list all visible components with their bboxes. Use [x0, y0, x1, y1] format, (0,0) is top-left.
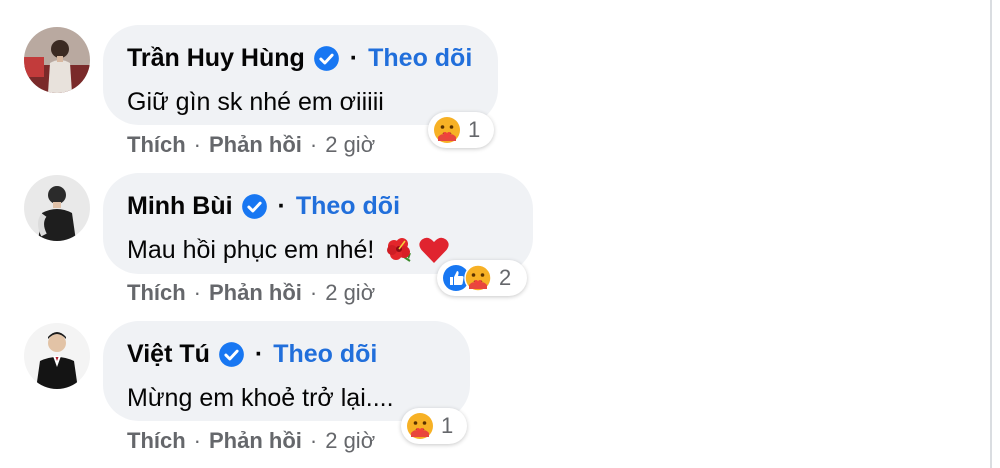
reaction-count: 1	[441, 413, 454, 438]
reaction-count: 1	[468, 117, 481, 142]
reaction-summary[interactable]: 1	[401, 408, 467, 444]
author-name[interactable]: Việt Tú	[127, 340, 210, 369]
comment-text: Mừng em khoẻ trở lại....	[127, 384, 394, 412]
verified-badge-icon	[241, 193, 268, 220]
care-reaction-icon	[405, 411, 435, 441]
separator-dot: ·	[309, 428, 318, 453]
timestamp[interactable]: 2 giờ	[325, 280, 375, 306]
timestamp[interactable]: 2 giờ	[325, 132, 375, 158]
separator-dot: ·	[193, 428, 201, 453]
separator-dot: ·	[349, 43, 359, 72]
care-reaction-icon	[463, 263, 493, 293]
follow-link[interactable]: Theo dõi	[296, 192, 400, 221]
reaction-summary[interactable]: 1	[428, 112, 494, 148]
author-name[interactable]: Trần Huy Hùng	[127, 44, 305, 73]
scrollbar[interactable]	[990, 0, 1000, 468]
like-button[interactable]: Thích	[127, 428, 186, 454]
timestamp[interactable]: 2 giờ	[325, 428, 375, 454]
reply-button[interactable]: Phản hồi	[209, 428, 302, 454]
follow-link[interactable]: Theo dõi	[273, 340, 377, 369]
like-button[interactable]: Thích	[127, 132, 186, 158]
comment-text: Giữ gìn sk nhé em ơiiiii	[127, 88, 384, 116]
author-name[interactable]: Minh Bùi	[127, 192, 233, 221]
red-heart-emoji-icon	[418, 235, 450, 265]
comment-actions: Thích · Phản hồi · 2 giờ	[127, 132, 375, 158]
separator-dot: ·	[309, 132, 318, 157]
avatar[interactable]	[24, 27, 90, 93]
comment-actions: Thích · Phản hồi · 2 giờ	[127, 280, 375, 306]
reply-button[interactable]: Phản hồi	[209, 132, 302, 158]
comment-bubble: Việt Tú · Theo dõi Mừng em khoẻ trở lại.…	[103, 321, 470, 421]
hibiscus-emoji-icon	[384, 235, 414, 265]
separator-dot: ·	[193, 132, 201, 157]
separator-dot: ·	[193, 280, 201, 305]
reaction-summary[interactable]: 2	[437, 260, 527, 296]
follow-link[interactable]: Theo dõi	[368, 44, 472, 73]
reaction-count: 2	[499, 265, 512, 290]
like-button[interactable]: Thích	[127, 280, 186, 306]
reply-button[interactable]: Phản hồi	[209, 280, 302, 306]
avatar[interactable]	[24, 323, 90, 389]
care-reaction-icon	[432, 115, 462, 145]
comment-bubble: Trần Huy Hùng · Theo dõi Giữ gìn sk nhé …	[103, 25, 498, 125]
verified-badge-icon	[313, 45, 340, 72]
comment-text: Mau hồi phục em nhé!	[127, 236, 375, 264]
comment-actions: Thích · Phản hồi · 2 giờ	[127, 428, 375, 454]
separator-dot: ·	[309, 280, 318, 305]
separator-dot: ·	[254, 339, 264, 368]
separator-dot: ·	[277, 191, 286, 220]
avatar[interactable]	[24, 175, 90, 241]
verified-badge-icon	[218, 341, 245, 368]
comment-bubble: Minh Bùi · Theo dõi Mau hồi phục em nhé!	[103, 173, 533, 274]
